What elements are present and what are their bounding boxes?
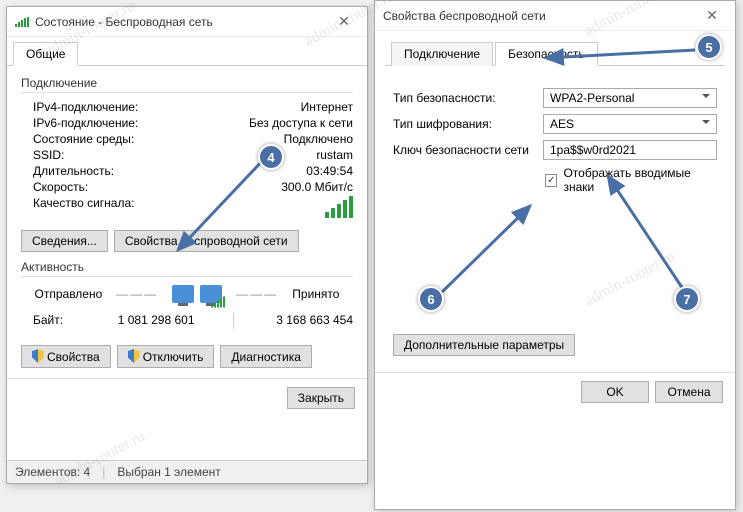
row-security-type: Тип безопасности: WPA2-Personal <box>393 88 717 108</box>
diagnose-button[interactable]: Диагностика <box>220 345 312 368</box>
bottom-button-row: Свойства Отключить Диагностика <box>21 345 353 368</box>
status-body: Подключение IPv4-подключение:Интернет IP… <box>7 66 367 378</box>
activity-panel: Отправлено ——— ——— Принято Байт: 1 081 2… <box>21 285 353 331</box>
kv-ipv6: IPv6-подключение:Без доступа к сети <box>21 115 353 131</box>
disable-button[interactable]: Отключить <box>117 345 215 368</box>
bytes-sent: 1 081 298 601 <box>83 313 225 329</box>
status-window: Состояние - Беспроводная сеть ✕ Общие По… <box>6 6 368 484</box>
kv-media: Состояние среды:Подключено <box>21 131 353 147</box>
signal-bars-icon <box>325 196 353 218</box>
status-title: Состояние - Беспроводная сеть <box>35 15 329 29</box>
tab-general[interactable]: Общие <box>13 42 78 66</box>
close-button[interactable]: Закрыть <box>287 387 355 409</box>
shield-icon <box>128 349 140 363</box>
row-show-chars: ✓ Отображать вводимые знаки <box>545 166 717 194</box>
annotation-badge-6: 6 <box>418 286 444 312</box>
annotation-badge-7: 7 <box>674 286 700 312</box>
bytes-recv: 3 168 663 454 <box>242 313 354 329</box>
kv-duration: Длительность:03:49:54 <box>21 163 353 179</box>
props-footer: OK Отмена <box>375 372 735 411</box>
close-icon[interactable]: ✕ <box>329 13 359 30</box>
close-row: Закрыть <box>7 378 367 417</box>
recv-label: Принято <box>292 287 339 301</box>
security-type-label: Тип безопасности: <box>393 91 543 105</box>
ok-button[interactable]: OK <box>581 381 649 403</box>
encryption-select[interactable]: AES <box>543 114 717 134</box>
props-titlebar: Свойства беспроводной сети ✕ <box>375 1 735 31</box>
annotation-badge-4: 4 <box>258 144 284 170</box>
separator <box>233 313 234 329</box>
sent-label: Отправлено <box>35 287 103 301</box>
bytes-label: Байт: <box>33 313 83 329</box>
status-tabs: Общие <box>7 37 367 66</box>
props-title: Свойства беспроводной сети <box>383 9 697 23</box>
status-titlebar: Состояние - Беспроводная сеть ✕ <box>7 7 367 37</box>
wifi-icon <box>15 17 29 27</box>
security-type-select[interactable]: WPA2-Personal <box>543 88 717 108</box>
status-selected: Выбран 1 элемент <box>117 465 220 479</box>
separator <box>21 92 353 93</box>
show-chars-label: Отображать вводимые знаки <box>563 166 717 194</box>
cancel-button[interactable]: Отмена <box>655 381 723 403</box>
tab-connection[interactable]: Подключение <box>391 42 493 66</box>
row-key: Ключ безопасности сети <box>393 140 717 160</box>
tab-security[interactable]: Безопасность <box>495 42 598 66</box>
group-connection-label: Подключение <box>21 76 353 90</box>
kv-speed: Скорость:300.0 Мбит/с <box>21 179 353 195</box>
properties-button[interactable]: Свойства <box>21 345 111 368</box>
show-chars-checkbox[interactable]: ✓ <box>545 174 557 187</box>
separator <box>21 276 353 277</box>
encryption-label: Тип шифрования: <box>393 117 543 131</box>
details-button[interactable]: Сведения... <box>21 230 108 252</box>
props-tabs: Подключение Безопасность <box>385 37 725 66</box>
group-activity-label: Активность <box>21 260 353 274</box>
details-button-row: Сведения... Свойства беспроводной сети <box>21 230 353 252</box>
row-encryption: Тип шифрования: AES <box>393 114 717 134</box>
activity-computers-icon <box>172 285 222 303</box>
dashes: ——— <box>236 287 278 301</box>
props-body: Тип безопасности: WPA2-Personal Тип шифр… <box>375 66 735 372</box>
shield-icon <box>32 349 44 363</box>
close-icon[interactable]: ✕ <box>697 7 727 24</box>
kv-ipv4: IPv4-подключение:Интернет <box>21 99 353 115</box>
advanced-button[interactable]: Дополнительные параметры <box>393 334 575 356</box>
dashes: ——— <box>116 287 158 301</box>
explorer-statusbar: Элементов: 4 | Выбран 1 элемент <box>7 460 367 483</box>
kv-ssid: SSID:rustam <box>21 147 353 163</box>
wifi-props-button[interactable]: Свойства беспроводной сети <box>114 230 299 252</box>
properties-window: Свойства беспроводной сети ✕ Подключение… <box>374 0 736 510</box>
key-label: Ключ безопасности сети <box>393 143 543 157</box>
security-key-input[interactable] <box>543 140 717 160</box>
kv-signal: Качество сигнала: <box>21 195 353 222</box>
status-elements: Элементов: 4 <box>15 465 90 479</box>
annotation-badge-5: 5 <box>696 34 722 60</box>
